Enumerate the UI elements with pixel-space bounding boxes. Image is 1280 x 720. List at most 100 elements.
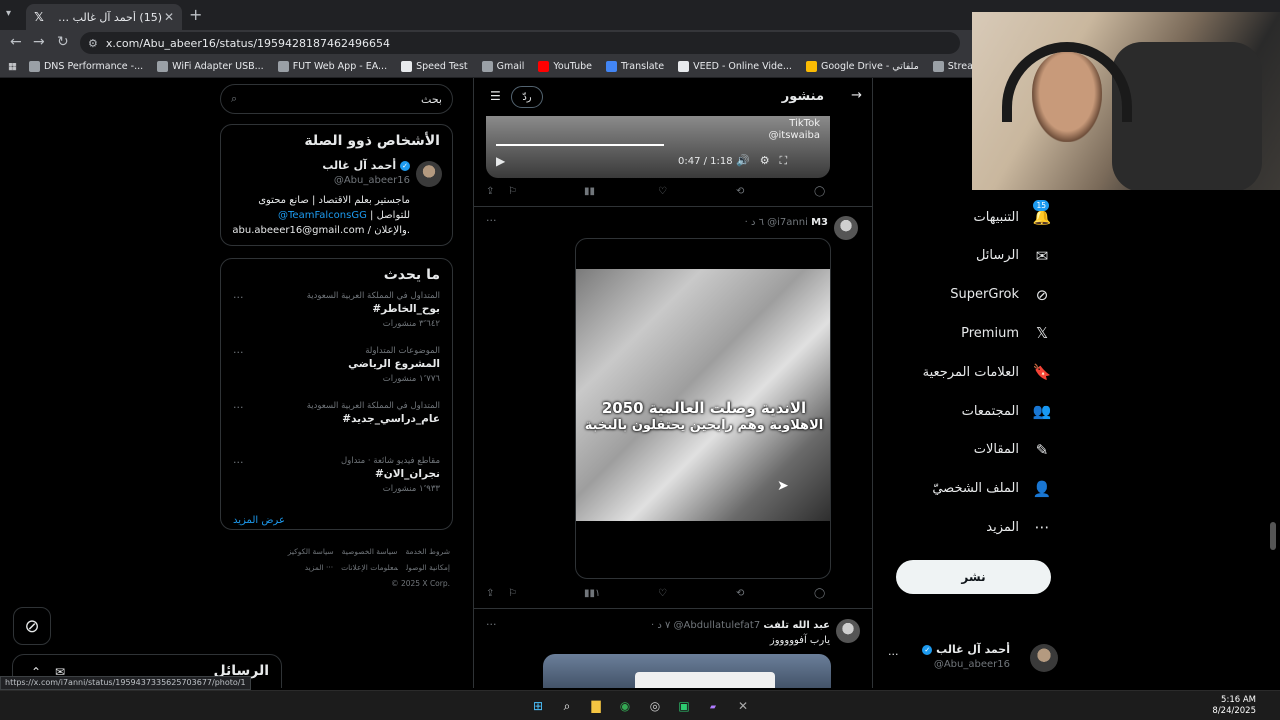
reply-icon[interactable]: ◯ <box>814 588 825 599</box>
post-media[interactable] <box>543 654 831 688</box>
like-icon[interactable]: ♡ <box>658 186 667 197</box>
trend-name: #عام_دراسي_جديد <box>342 413 440 425</box>
nav-item-communities[interactable]: المجتمعات 👥 <box>962 396 1053 426</box>
more-options-icon[interactable]: ··· <box>233 456 244 469</box>
footer-link[interactable]: إمكانية الوصول <box>406 563 450 572</box>
avatar[interactable] <box>836 619 860 643</box>
relevant-person[interactable]: أحمد آل غالب ✓ @Abu_abeer16 ماجستير بعلم… <box>221 153 452 263</box>
back-arrow-icon[interactable]: → <box>851 88 862 103</box>
video-controls[interactable]: 🔊⚙⛶ <box>736 154 797 168</box>
page-scrollbar[interactable] <box>1270 522 1276 550</box>
video-player[interactable]: ▶ 0:47 / 1:18 🔊⚙⛶ TikTok @itswaiba <box>486 116 830 178</box>
bookmark-item[interactable]: FUT Web App - EA... <box>277 61 387 72</box>
tab-title: (15) أحمد آل غالب على X: "الميزر <box>52 10 162 24</box>
post-author[interactable]: M3 <box>811 217 828 228</box>
more-options-icon[interactable]: ··· <box>486 618 497 631</box>
windows-start-icon[interactable]: ⊞ <box>528 696 548 716</box>
bio-mention-link[interactable]: @TeamFalconsGG <box>278 210 367 221</box>
new-tab-icon[interactable]: + <box>189 5 202 24</box>
post-handle[interactable]: @Abdullatulefat7 <box>674 620 761 631</box>
footer-link[interactable]: ··· المزيد <box>305 563 333 572</box>
share-icon[interactable]: ⇪ <box>486 186 494 197</box>
nav-item-profile[interactable]: الملف الشخصيّ 👤 <box>932 474 1053 504</box>
address-bar[interactable]: ⚙ x.com/Abu_abeer16/status/1959428187462… <box>80 32 960 54</box>
sliders-icon[interactable]: ☰ <box>490 89 501 103</box>
search-box[interactable]: ⌕ <box>220 84 453 114</box>
share-icon[interactable]: ⇪ <box>486 588 494 599</box>
app-icon[interactable]: ◎ <box>645 696 665 716</box>
bookmark-item[interactable]: VEED - Online Vide... <box>678 61 792 72</box>
bookmark-favicon-icon <box>157 61 169 72</box>
search-icon[interactable]: ⌕ <box>557 696 577 716</box>
views-icon[interactable]: ▮▮ <box>584 186 595 197</box>
footer-link[interactable]: معلومات الإعلانات <box>341 563 398 572</box>
back-arrow-icon[interactable]: ← <box>10 34 22 50</box>
post-video[interactable]: 2050 الاندية وصلت العالمية الاهلاوية وهم… <box>575 238 831 579</box>
trend-item[interactable]: الموضوعات المتداولة المشروع الرياضي ١٬٧٧٦ … <box>221 346 452 401</box>
like-icon[interactable]: ♡ <box>658 588 667 599</box>
bookmark-item[interactable]: Gmail <box>481 61 524 72</box>
more-options-icon[interactable]: ··· <box>233 291 244 304</box>
nav-item-articles[interactable]: المقالات ✎ <box>974 435 1053 465</box>
more-options-icon[interactable]: ··· <box>233 346 244 359</box>
video-progress-bar[interactable] <box>496 144 664 146</box>
more-options-icon[interactable]: ··· <box>233 401 244 414</box>
forward-arrow-icon[interactable]: → <box>33 34 45 50</box>
bookmark-icon[interactable]: ⚐ <box>508 588 517 599</box>
chrome-icon[interactable]: ◉ <box>615 696 635 716</box>
reload-icon[interactable]: ↻ <box>57 34 69 50</box>
bookmark-item[interactable]: WiFi Adapter USB... <box>157 61 264 72</box>
bookmark-favicon-icon <box>932 61 944 72</box>
replies-button[interactable]: ردّ <box>511 86 543 108</box>
reply-icon[interactable]: ◯ <box>814 186 825 197</box>
footer-link[interactable]: شروط الخدمة <box>405 547 450 556</box>
more-options-icon[interactable]: ··· <box>486 214 497 227</box>
avatar[interactable] <box>416 161 442 187</box>
nav-item-x-logo[interactable]: Premium 𝕏 <box>961 318 1053 348</box>
nav-item-more[interactable]: المزيد ⋯ <box>986 512 1053 542</box>
video-frame <box>576 269 830 521</box>
app-icon[interactable]: ✕ <box>733 696 753 716</box>
trend-name: #نجران_الان <box>374 468 440 480</box>
nav-item-bookmark[interactable]: العلامات المرجعية 🔖 <box>923 357 1053 387</box>
more-options-icon[interactable]: ··· <box>888 648 899 661</box>
avatar <box>1030 644 1058 672</box>
tiktok-watermark: TikTok @itswaiba <box>768 118 820 141</box>
repost-icon[interactable]: ⟲ <box>736 186 744 197</box>
site-info-icon[interactable]: ⚙ <box>88 37 98 50</box>
system-clock[interactable]: 5:16 AM 8/24/2025 <box>1212 695 1256 717</box>
views-icon[interactable]: ▮▮ ١ <box>584 588 600 599</box>
footer-link[interactable]: سياسة الكوكيز <box>288 547 334 556</box>
app-icon[interactable]: ▰ <box>703 696 723 716</box>
apps-grid-icon[interactable]: ▦ <box>8 61 17 72</box>
nav-item-bell[interactable]: التنبيهات 🔔 15 <box>974 200 1053 232</box>
file-explorer-icon[interactable]: ▇ <box>586 696 606 716</box>
bookmark-item[interactable]: Google Drive - ملفاتي <box>805 61 919 72</box>
trend-item[interactable]: المتداول في المملكة العربية السعودية #بوح… <box>221 291 452 346</box>
post-author[interactable]: عبد الله تلفت <box>763 620 830 631</box>
search-input[interactable] <box>237 92 442 106</box>
show-more-link[interactable]: عرض المزيد <box>221 511 452 536</box>
bookmark-icon[interactable]: ⚐ <box>508 186 517 197</box>
trend-item[interactable]: المتداول في المملكة العربية السعودية #عام… <box>221 401 452 456</box>
post-button[interactable]: نشر <box>896 560 1051 594</box>
footer-link[interactable]: سياسة الخصوصية <box>342 547 398 556</box>
play-icon[interactable]: ▶ <box>496 154 505 168</box>
relevant-person-name[interactable]: أحمد آل غالب ✓ <box>322 159 410 172</box>
bookmark-item[interactable]: Speed Test <box>401 61 468 72</box>
trend-item[interactable]: مقاطع فيديو شائعة · متداول #نجران_الان ١٬٩… <box>221 456 452 511</box>
bookmark-item[interactable]: DNS Performance -... <box>28 61 143 72</box>
browser-tab-active[interactable]: 𝕏 (15) أحمد آل غالب على X: "الميزر ✕ <box>26 4 182 30</box>
repost-icon[interactable]: ⟲ <box>736 588 744 599</box>
post-handle[interactable]: @i7anni <box>767 217 808 228</box>
account-switcher[interactable]: ··· ✓ أحمد آل غالب @Abu_abeer16 <box>886 638 1058 678</box>
tab-close-icon[interactable]: ✕ <box>162 10 176 24</box>
bookmark-item[interactable]: Translate <box>605 61 664 72</box>
bookmark-item[interactable]: YouTube <box>538 61 592 72</box>
grok-floating-button[interactable]: ⊘ <box>13 607 51 645</box>
nav-item-envelope[interactable]: الرسائل ✉ <box>976 241 1053 271</box>
avatar[interactable] <box>834 216 858 240</box>
nav-item-grok[interactable]: SuperGrok ⊘ <box>950 280 1053 310</box>
app-icon[interactable]: ▣ <box>674 696 694 716</box>
tab-search-icon[interactable]: ▾ <box>6 8 11 19</box>
